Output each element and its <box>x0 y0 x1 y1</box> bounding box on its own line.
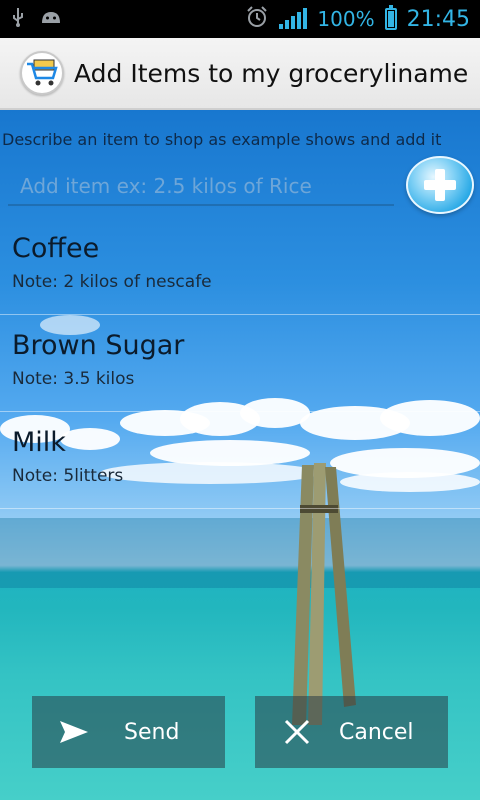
item-note: Note: 3.5 kilos <box>12 369 135 389</box>
send-icon <box>58 719 90 745</box>
android-icon <box>40 9 62 29</box>
clock: 21:45 <box>406 6 470 32</box>
signal-icon <box>279 8 308 29</box>
item-note: Note: 2 kilos of nescafe <box>12 272 212 292</box>
battery-percent: 100% <box>317 7 375 31</box>
usb-icon <box>10 7 26 31</box>
grocery-list: Coffee Note: 2 kilos of nescafe Brown Su… <box>0 218 480 509</box>
cancel-label: Cancel <box>339 719 414 745</box>
item-note: Note: 5litters <box>12 466 124 486</box>
send-label: Send <box>124 719 180 745</box>
item-name: Coffee <box>12 233 100 264</box>
action-bar: Add Items to my groceryliname <box>0 38 480 110</box>
status-bar: 100% 21:45 <box>0 0 480 38</box>
item-name: Brown Sugar <box>12 330 185 361</box>
plus-icon <box>424 169 456 201</box>
add-item-input[interactable] <box>8 168 394 206</box>
item-name: Milk <box>12 427 66 458</box>
close-icon <box>283 718 311 746</box>
instruction-text: Describe an item to shop as example show… <box>2 130 442 149</box>
add-item-button[interactable] <box>406 156 474 214</box>
battery-icon <box>384 5 397 30</box>
list-item[interactable]: Milk Note: 5litters <box>0 412 480 509</box>
page-title: Add Items to my groceryliname <box>74 58 469 88</box>
shopping-cart-icon[interactable] <box>20 51 64 95</box>
list-item[interactable]: Coffee Note: 2 kilos of nescafe <box>0 218 480 315</box>
list-item[interactable]: Brown Sugar Note: 3.5 kilos <box>0 315 480 412</box>
cancel-button[interactable]: Cancel <box>255 696 448 768</box>
send-button[interactable]: Send <box>32 696 225 768</box>
alarm-icon <box>245 5 269 33</box>
